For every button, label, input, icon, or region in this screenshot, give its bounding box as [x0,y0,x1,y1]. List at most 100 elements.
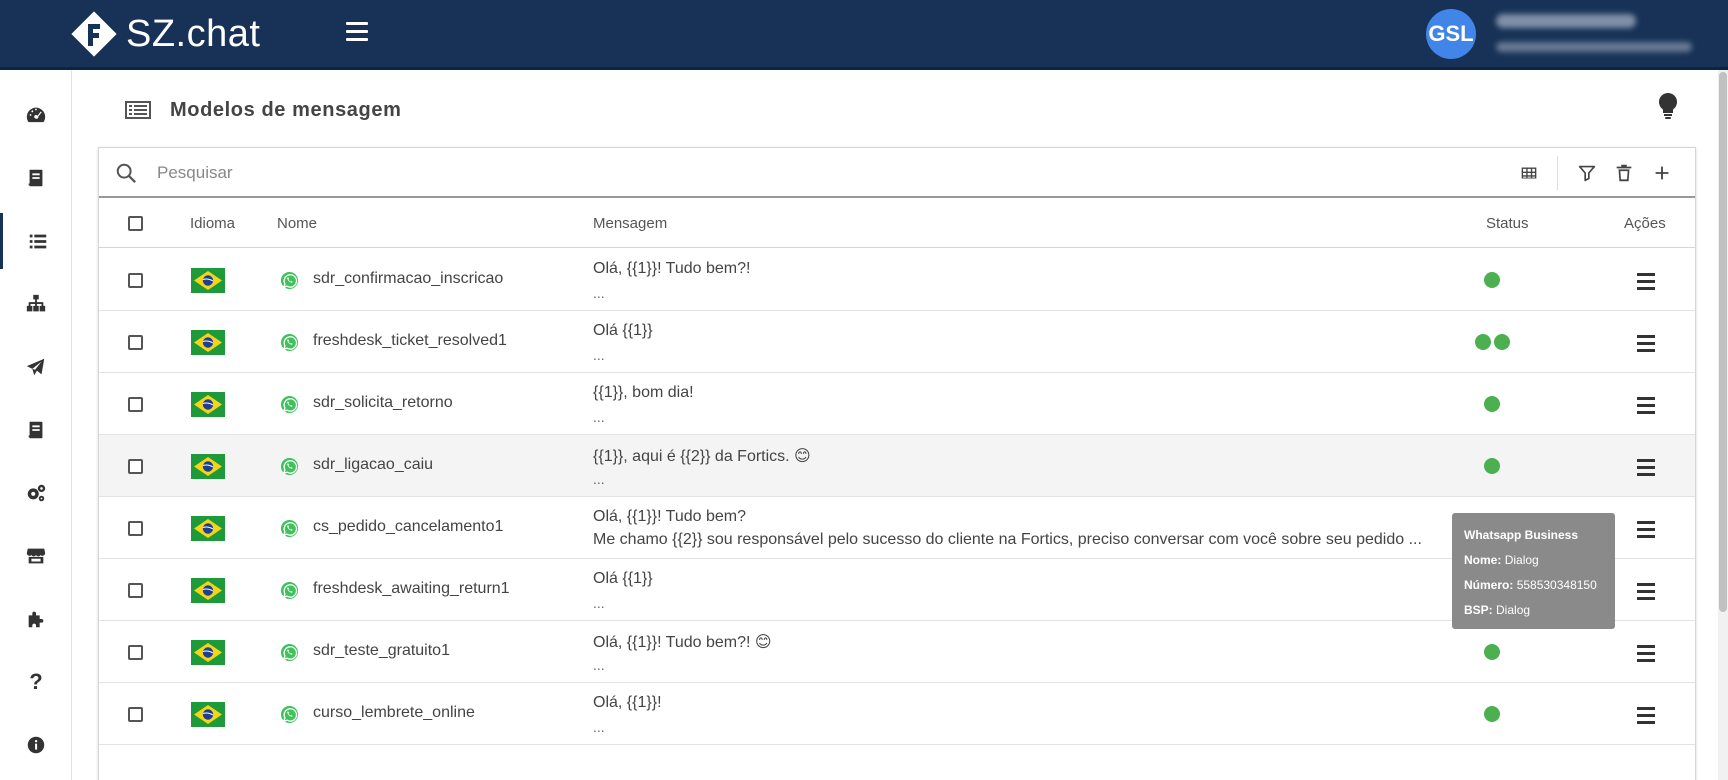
trash-icon[interactable] [1613,162,1635,184]
template-name: curso_lembrete_online [313,704,475,721]
sidebar-item-book[interactable] [0,150,72,206]
row-checkbox[interactable] [128,707,143,722]
sidebar-item-sitemap[interactable] [0,276,72,332]
table-row[interactable]: sdr_solicita_retorno {{1}}, bom dia!... [99,373,1695,435]
message-line-1: Olá, {{1}}! [593,694,662,711]
sidebar-item-book-2[interactable] [0,402,72,458]
whatsapp-icon [280,457,299,476]
message-line-2: ... [593,347,605,363]
message-line-2: ... [593,657,605,673]
whatsapp-icon [280,333,299,352]
logo[interactable]: SZ.chat [70,6,260,62]
hamburger-bar [346,22,368,25]
column-header-status[interactable]: Status [1486,215,1529,232]
logo-icon [71,11,117,57]
book-icon [28,421,43,439]
brazil-flag-icon [191,516,225,541]
column-header-actions: Ações [1624,215,1666,232]
template-name: freshdesk_awaiting_return1 [313,580,510,597]
sidebar-item-settings[interactable] [0,465,72,521]
template-name: sdr_teste_gratuito1 [313,642,450,659]
row-actions-menu[interactable] [1637,335,1655,352]
cogs-icon [27,484,46,502]
whatsapp-icon [280,519,299,538]
user-info-redacted[interactable] [1496,14,1692,52]
table-row[interactable]: freshdesk_ticket_resolved1 Olá {{1}}... [99,311,1695,373]
message-line-2: ... [593,595,605,611]
user-avatar[interactable]: GSL [1426,9,1476,59]
search-bar [99,148,1695,198]
table-row[interactable]: sdr_teste_gratuito1 Olá, {{1}}! Tudo bem?… [99,621,1695,683]
sidebar-item-list[interactable] [0,213,72,269]
row-actions-menu[interactable] [1637,273,1655,290]
filter-icon[interactable] [1576,162,1598,184]
row-actions-menu[interactable] [1637,459,1655,476]
select-all-checkbox[interactable] [128,216,143,231]
row-checkbox[interactable] [128,335,143,350]
status-dot[interactable] [1484,458,1500,474]
sidebar-item-store[interactable] [0,528,72,584]
search-input[interactable] [157,156,1057,190]
message-line-1: Olá, {{1}}! Tudo bem?! 😊 [593,634,772,651]
table-row[interactable]: sdr_ligacao_caiu {{1}}, aqui é {{2}} da F… [99,435,1695,497]
grid-view-icon[interactable] [1518,162,1540,184]
status-dot[interactable] [1484,396,1500,412]
status-dot[interactable] [1484,706,1500,722]
sidebar-item-help[interactable]: ? [0,654,72,710]
row-checkbox[interactable] [128,521,143,536]
page-title: Modelos de mensagem [170,98,402,121]
tooltip-bsp-label: BSP: [1464,603,1493,617]
tooltip-bsp-value: Dialog [1496,603,1531,617]
sitemap-icon [26,294,46,312]
template-name: sdr_ligacao_caiu [313,456,434,473]
row-actions-menu[interactable] [1637,707,1655,724]
row-checkbox[interactable] [128,397,143,412]
row-actions-menu[interactable] [1637,645,1655,662]
message-line-2: ... [593,285,605,301]
status-dot[interactable] [1484,272,1500,288]
tooltip-number-label: Número: [1464,578,1514,592]
status-dot[interactable] [1484,644,1500,660]
top-bar: SZ.chat GSL [0,0,1728,70]
sidebar-item-dashboard[interactable] [0,87,72,143]
row-actions-menu[interactable] [1637,583,1655,600]
add-icon[interactable] [1651,162,1673,184]
whatsapp-icon [280,271,299,290]
row-checkbox[interactable] [128,645,143,660]
menu-toggle-button[interactable] [346,22,368,44]
sidebar: ? [0,70,72,780]
template-name: sdr_solicita_retorno [313,394,453,411]
sidebar-item-info[interactable] [0,717,72,773]
row-checkbox[interactable] [128,459,143,474]
row-checkbox[interactable] [128,583,143,598]
message-line-1: Olá, {{1}}! Tudo bem?! [593,260,751,277]
table-row[interactable]: curso_lembrete_online Olá, {{1}}!... [99,683,1695,745]
sidebar-item-plugins[interactable] [0,591,72,647]
message-line-1: Olá {{1}} [593,322,653,339]
tooltip-title: Whatsapp Business [1464,528,1579,542]
message-line-2: Me chamo {{2}} sou responsável pelo suce… [593,531,1422,548]
row-checkbox[interactable] [128,273,143,288]
table-row[interactable]: sdr_confirmacao_inscricao Olá, {{1}}! Tud… [99,249,1695,311]
column-header-name[interactable]: Nome [277,215,317,232]
message-line-1: Olá {{1}} [593,570,653,587]
status-dot[interactable] [1475,334,1491,350]
hamburger-bar [346,30,368,33]
info-icon [27,736,45,754]
page-scrollbar-thumb[interactable] [1719,72,1727,612]
message-line-1: {{1}}, aqui é {{2}} da Fortics. 😊 [593,448,811,465]
whatsapp-icon [280,643,299,662]
column-header-language[interactable]: Idioma [190,215,235,232]
tooltip-name-label: Nome: [1464,553,1502,567]
row-actions-menu[interactable] [1637,521,1655,538]
brazil-flag-icon [191,578,225,603]
whatsapp-icon [280,581,299,600]
hamburger-bar [346,38,368,41]
column-header-message[interactable]: Mensagem [593,215,667,232]
search-icon [116,163,136,183]
templates-panel: Idioma Nome Mensagem Status Ações sdr_co… [98,147,1696,780]
sidebar-item-send[interactable] [0,339,72,395]
lightbulb-icon[interactable] [1656,92,1680,120]
row-actions-menu[interactable] [1637,397,1655,414]
status-dot[interactable] [1494,334,1510,350]
